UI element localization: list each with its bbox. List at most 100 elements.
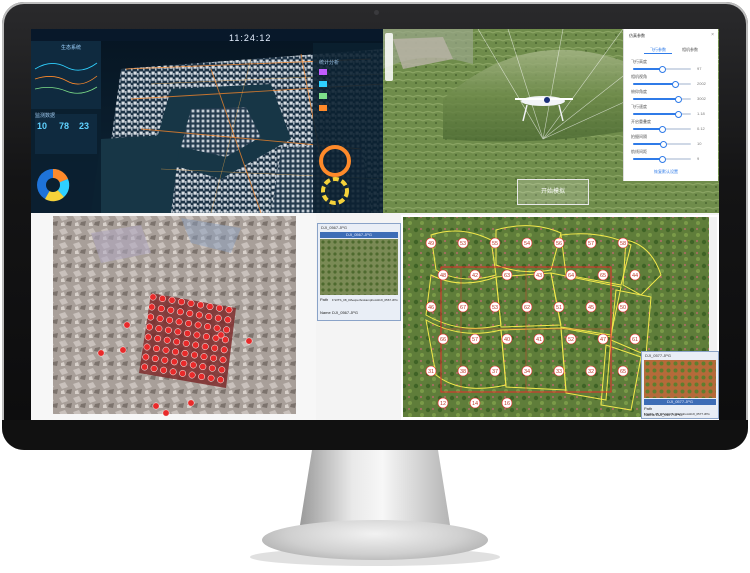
slider-track[interactable]: [633, 156, 691, 163]
detection-marker[interactable]: [162, 346, 170, 354]
slider-track[interactable]: [633, 126, 691, 133]
detection-marker[interactable]: [193, 331, 201, 339]
detection-marker[interactable]: [156, 315, 164, 323]
detection-marker[interactable]: [201, 343, 209, 351]
detection-marker[interactable]: [210, 354, 217, 362]
detection-marker[interactable]: [150, 365, 158, 373]
detection-marker[interactable]: [157, 305, 165, 313]
tab-camera-params[interactable]: 相机参数: [676, 46, 704, 53]
detection-marker[interactable]: [123, 321, 131, 329]
aerial-rubble-photo[interactable]: [31, 213, 316, 420]
detection-marker[interactable]: [97, 349, 105, 357]
detection-marker[interactable]: [187, 399, 195, 407]
detection-marker[interactable]: [179, 369, 187, 377]
slider-handle[interactable]: [659, 126, 666, 133]
detection-marker[interactable]: [164, 326, 172, 334]
tab-flight-params[interactable]: 飞行参数: [644, 46, 672, 54]
slider-handle[interactable]: [659, 66, 666, 73]
detection-marker[interactable]: [145, 323, 153, 331]
slider-handle[interactable]: [660, 141, 668, 148]
detection-marker[interactable]: [245, 337, 253, 345]
detection-marker[interactable]: [220, 346, 228, 354]
detection-marker[interactable]: [205, 313, 213, 321]
detection-marker[interactable]: [166, 316, 174, 324]
detection-marker[interactable]: [167, 306, 175, 314]
detection-marker[interactable]: [180, 359, 188, 367]
detection-marker[interactable]: [154, 335, 162, 343]
detection-marker[interactable]: [202, 333, 210, 341]
detection-marker[interactable]: [162, 409, 170, 417]
detection-marker[interactable]: [206, 303, 214, 311]
detection-marker[interactable]: [195, 311, 203, 319]
detection-marker[interactable]: [208, 364, 216, 372]
photo-viewer-window-2[interactable]: DJI_0577.JPG DJI_0577.JPG PathF:\DTS_08_…: [641, 351, 719, 419]
detection-marker[interactable]: [173, 338, 181, 346]
detection-marker[interactable]: [170, 358, 178, 366]
detection-marker[interactable]: [160, 366, 168, 374]
detection-marker[interactable]: [217, 376, 225, 384]
detection-marker[interactable]: [176, 308, 184, 316]
detection-marker[interactable]: [151, 355, 159, 363]
detection-marker[interactable]: [200, 353, 208, 361]
detection-marker[interactable]: [183, 329, 191, 337]
detection-marker[interactable]: [172, 348, 179, 356]
detection-marker[interactable]: [174, 328, 182, 336]
slider-track[interactable]: [633, 66, 691, 73]
detection-marker[interactable]: [141, 363, 149, 371]
slider-track[interactable]: [633, 96, 691, 103]
detection-marker[interactable]: [175, 318, 183, 326]
detection-marker[interactable]: [168, 296, 176, 304]
detection-marker[interactable]: [148, 303, 156, 311]
detection-marker[interactable]: [159, 295, 166, 303]
detection-marker[interactable]: [224, 316, 232, 324]
detection-marker[interactable]: [155, 325, 163, 333]
detection-marker[interactable]: [194, 321, 202, 329]
detection-marker[interactable]: [216, 304, 223, 312]
detection-marker[interactable]: [225, 306, 233, 314]
detection-marker[interactable]: [161, 356, 169, 364]
detection-marker[interactable]: [178, 298, 185, 306]
detection-marker[interactable]: [188, 371, 196, 379]
slider-track[interactable]: [633, 141, 691, 148]
detection-marker[interactable]: [223, 326, 231, 334]
detection-marker[interactable]: [147, 313, 155, 321]
detection-marker[interactable]: [149, 293, 157, 301]
slider-track[interactable]: [633, 81, 691, 88]
slider-track[interactable]: [633, 111, 691, 118]
detection-marker[interactable]: [217, 331, 225, 339]
photo-viewer-window-1[interactable]: DJI_0567.JPG DJI_0567.JPG Path F:\DTS_08_…: [317, 223, 401, 321]
detection-marker[interactable]: [144, 333, 152, 341]
detection-marker[interactable]: [199, 363, 207, 371]
detection-marker[interactable]: [163, 336, 171, 344]
detection-marker[interactable]: [119, 346, 127, 354]
detection-marker[interactable]: [211, 344, 219, 352]
slider-handle[interactable]: [675, 111, 683, 118]
reset-defaults-link[interactable]: 恢复默认设置: [654, 169, 678, 175]
slider-handle[interactable]: [675, 96, 683, 103]
detection-marker[interactable]: [169, 368, 177, 376]
slider-handle[interactable]: [671, 81, 679, 88]
detection-marker[interactable]: [198, 373, 206, 381]
slider-handle[interactable]: [659, 156, 666, 163]
close-icon[interactable]: ×: [711, 32, 714, 38]
detection-marker[interactable]: [142, 353, 150, 361]
detection-marker[interactable]: [153, 345, 160, 353]
start-simulation-button[interactable]: 开始模拟: [517, 179, 589, 205]
detection-marker[interactable]: [192, 341, 200, 349]
detection-marker[interactable]: [186, 309, 194, 317]
detection-marker[interactable]: [214, 314, 222, 322]
detection-marker[interactable]: [197, 301, 204, 309]
detection-marker[interactable]: [204, 323, 212, 331]
detection-marker[interactable]: [218, 366, 226, 374]
detection-marker[interactable]: [187, 299, 195, 307]
detection-marker[interactable]: [185, 319, 193, 327]
detection-marker[interactable]: [219, 356, 227, 364]
detection-marker[interactable]: [143, 343, 151, 351]
detection-marker[interactable]: [191, 351, 198, 359]
detection-marker[interactable]: [181, 349, 189, 357]
detection-marker[interactable]: [189, 361, 197, 369]
detection-marker[interactable]: [213, 324, 221, 332]
detection-marker[interactable]: [207, 374, 215, 382]
detection-marker[interactable]: [182, 339, 190, 347]
detection-marker[interactable]: [152, 402, 160, 410]
